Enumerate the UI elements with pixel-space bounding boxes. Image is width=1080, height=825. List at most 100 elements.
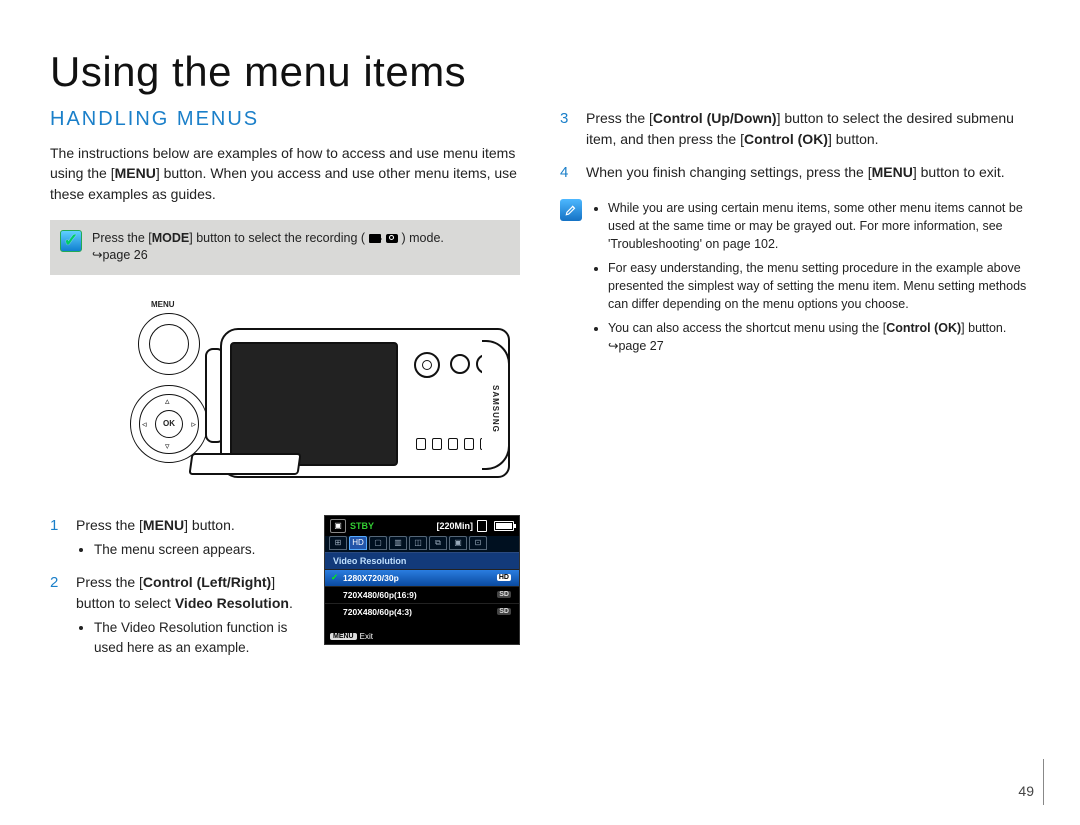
camera-button-icon <box>450 354 470 374</box>
lcd-menu-header: Video Resolution <box>325 553 519 569</box>
intro-paragraph: The instructions below are examples of h… <box>50 143 520 204</box>
check-icon <box>60 230 82 252</box>
tip-item: For easy understanding, the menu setting… <box>608 259 1030 313</box>
lcd-tab-active: HD <box>349 536 367 550</box>
note-pencil-icon <box>560 199 582 221</box>
note-post: ] button to select the recording ( <box>189 231 368 245</box>
two-column-layout: HANDLING MENUS The instructions below ar… <box>50 108 1030 671</box>
right-arrow-icon: ▹ <box>191 419 196 430</box>
lcd-tab: ▥ <box>389 536 407 550</box>
t3p1: Control (OK) <box>886 321 961 335</box>
steps-list-right: 3 Press the [Control (Up/Down)] button t… <box>560 108 1030 185</box>
step-number: 4 <box>560 162 576 185</box>
step1-bold: MENU <box>143 517 184 533</box>
step2-post2: . <box>289 595 293 611</box>
sd-badge: SD <box>497 608 511 615</box>
lcd-footer-exit: Exit <box>360 632 373 641</box>
lcd-remaining-time: [220Min] <box>436 521 473 531</box>
tip-note-box: While you are using certain menu items, … <box>560 199 1030 362</box>
mode-note-text: Press the [MODE] button to select the re… <box>92 230 444 265</box>
step-3: 3 Press the [Control (Up/Down)] button t… <box>560 108 1030 150</box>
left-column: HANDLING MENUS The instructions below ar… <box>50 108 520 671</box>
hd-badge: HD <box>497 574 511 581</box>
ok-label: OK <box>155 410 183 438</box>
note-page-ref: page 26 <box>102 248 147 262</box>
tip-item: You can also access the shortcut menu us… <box>608 319 1030 355</box>
intro-bold: MENU <box>115 165 156 181</box>
lcd-tab: ▣ <box>449 536 467 550</box>
video-icon <box>369 234 381 243</box>
camera-brand: SAMSUNG <box>490 385 500 435</box>
s4p1: MENU <box>872 164 913 180</box>
s3p3: Control (OK) <box>744 131 828 147</box>
up-arrow-icon: ▵ <box>165 396 170 407</box>
tip-item: While you are using certain menu items, … <box>608 199 1030 253</box>
sd-badge: SD <box>497 591 511 598</box>
lcd-footer-menu: MENU <box>330 633 357 640</box>
battery-icon <box>494 521 514 531</box>
note-post2: ) mode. <box>402 231 444 245</box>
camera-door <box>188 453 301 475</box>
step1-bullet: The menu screen appears. <box>94 540 306 560</box>
step-body: Press the [Control (Left/Right)] button … <box>76 572 306 659</box>
right-column: 3 Press the [Control (Up/Down)] button t… <box>560 108 1030 671</box>
lcd-footer: MENU Exit <box>330 632 373 641</box>
step-body: Press the [MENU] button. The menu screen… <box>76 515 306 560</box>
step2-pre: Press the [ <box>76 574 143 590</box>
step-4: 4 When you finish changing settings, pre… <box>560 162 1030 185</box>
lcd-card-icon <box>477 520 487 532</box>
lcd-option: 720X480/60p(4:3) SD <box>325 603 519 620</box>
s4p0: When you finish changing settings, press… <box>586 164 872 180</box>
step-number: 2 <box>50 572 66 659</box>
control-pad-diagram: OK ▵ ▿ ◃ ▹ <box>130 385 208 463</box>
lcd-option-label: 720X480/60p(4:3) <box>343 607 412 617</box>
step-body: When you finish changing settings, press… <box>586 162 1030 185</box>
page-number: 49 <box>1018 783 1034 799</box>
lcd-option: 720X480/60p(16:9) SD <box>325 586 519 603</box>
lcd-tab: ◫ <box>409 536 427 550</box>
lcd-option-selected: 1280X720/30p HD <box>325 569 519 586</box>
menu-label: MENU <box>151 300 175 309</box>
note-pre: Press the [ <box>92 231 152 245</box>
s3p4: ] button. <box>828 131 879 147</box>
t3p3: page 27 <box>618 339 663 353</box>
mode-note-box: Press the [MODE] button to select the re… <box>50 220 520 275</box>
step1-post: ] button. <box>184 517 235 533</box>
step1-pre: Press the [ <box>76 517 143 533</box>
lcd-tab: ⊡ <box>469 536 487 550</box>
lcd-mode-icon: ▣ <box>330 519 346 533</box>
steps-list-left: 1 Press the [MENU] button. The menu scre… <box>50 515 306 671</box>
lcd-option-label: 1280X720/30p <box>343 573 399 583</box>
arrow-icon: ↪ <box>92 248 102 262</box>
menu-button-diagram: MENU <box>138 313 200 375</box>
lcd-tab: ▢ <box>369 536 387 550</box>
camcorder-illustration: MENU OK ▵ ▿ ◃ ▹ <box>50 293 520 503</box>
photo-icon <box>386 234 398 243</box>
page-rule <box>1043 759 1044 805</box>
note-bold: MODE <box>152 231 190 245</box>
down-arrow-icon: ▿ <box>165 441 170 452</box>
lcd-option-label: 720X480/60p(16:9) <box>343 590 417 600</box>
step-number: 1 <box>50 515 66 560</box>
t3p0: You can also access the shortcut menu us… <box>608 321 886 335</box>
t3p2: ] button. <box>961 321 1006 335</box>
lcd-tab: ⊞ <box>329 536 347 550</box>
step-body: Press the [Control (Up/Down)] button to … <box>586 108 1030 150</box>
step-number: 3 <box>560 108 576 150</box>
arrow-icon: ↪ <box>608 339 618 353</box>
s3p1: Control (Up/Down) <box>653 110 777 126</box>
camera-dial-icon <box>414 352 440 378</box>
lcd-screenshot: ▣ STBY [220Min] ⊞ HD ▢ ▥ ◫ ⧉ ▣ ⊡ <box>324 515 520 645</box>
manual-page: Using the menu items HANDLING MENUS The … <box>0 0 1080 825</box>
lcd-status-bar: ▣ STBY [220Min] <box>325 516 519 536</box>
step2-bold: Control (Left/Right) <box>143 574 271 590</box>
step-2: 2 Press the [Control (Left/Right)] butto… <box>50 572 306 659</box>
section-heading: HANDLING MENUS <box>50 108 520 131</box>
lcd-tab-row: ⊞ HD ▢ ▥ ◫ ⧉ ▣ ⊡ <box>325 536 519 553</box>
page-title: Using the menu items <box>50 48 1030 96</box>
step2-bullet: The Video Resolution function is used he… <box>94 618 306 659</box>
step-1: 1 Press the [MENU] button. The menu scre… <box>50 515 306 560</box>
left-arrow-icon: ◃ <box>142 419 147 430</box>
lcd-tab: ⧉ <box>429 536 447 550</box>
tip-list: While you are using certain menu items, … <box>608 199 1030 362</box>
